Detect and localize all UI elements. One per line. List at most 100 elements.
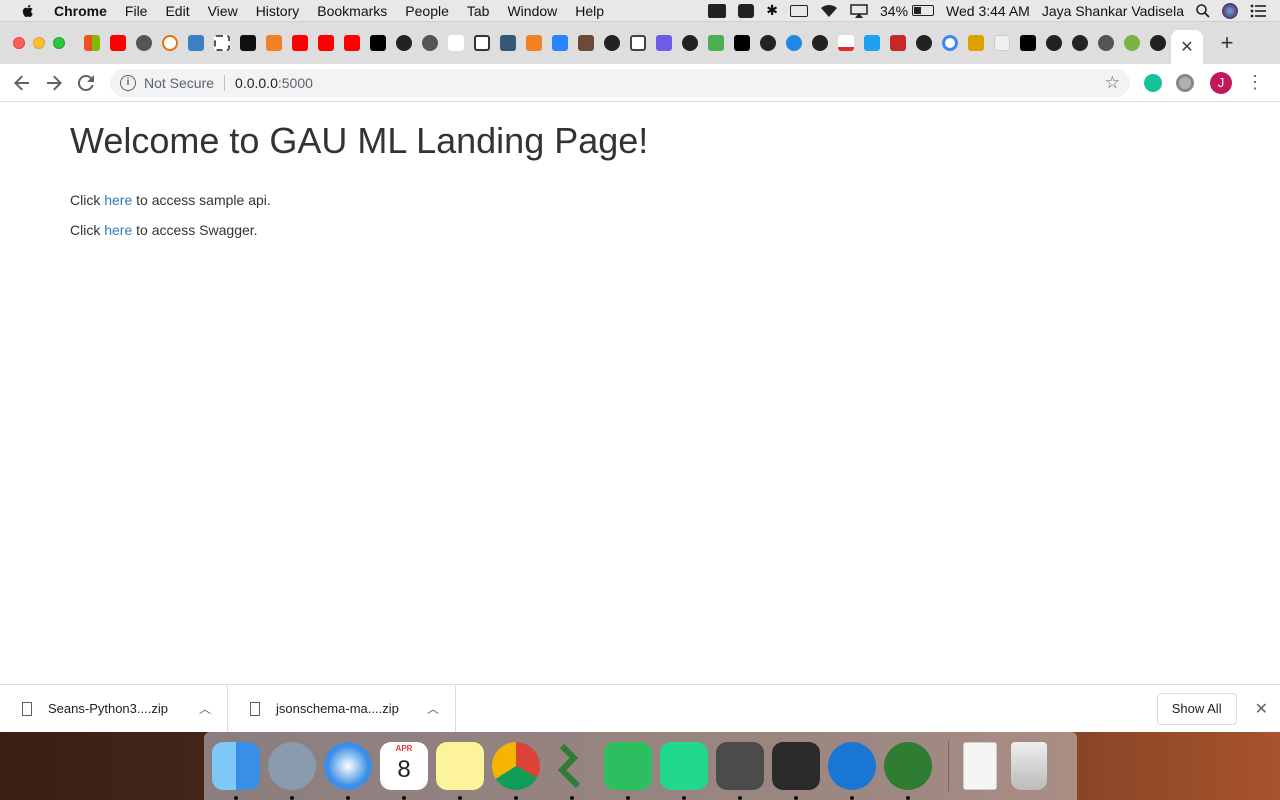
calendar-app-icon[interactable]: APR 8 (380, 742, 428, 800)
show-all-downloads-button[interactable]: Show All (1156, 692, 1237, 725)
skype-icon[interactable] (738, 3, 755, 18)
new-tab-button[interactable]: + (1213, 29, 1241, 57)
pinned-tab-31[interactable] (885, 30, 911, 56)
bluetooth-icon[interactable]: ✱ (766, 2, 778, 19)
pinned-tab-38[interactable] (1067, 30, 1093, 56)
terminal-app-icon[interactable] (772, 742, 820, 800)
minimize-window-button[interactable] (33, 37, 45, 49)
reload-button[interactable] (70, 67, 102, 99)
download-item[interactable]: jsonschema-ma....zip ︿ (228, 685, 456, 732)
pinned-tab-17[interactable] (521, 30, 547, 56)
pinned-tab-23[interactable] (677, 30, 703, 56)
airplay-icon[interactable] (850, 3, 868, 18)
not-secure-label[interactable]: Not Secure (144, 75, 214, 91)
menu-history[interactable]: History (256, 3, 300, 19)
active-tab[interactable]: ✕ (1171, 30, 1203, 64)
menu-view[interactable]: View (208, 3, 238, 19)
pinned-tab-34[interactable] (963, 30, 989, 56)
pinned-tab-5[interactable] (209, 30, 235, 56)
pinned-tab-11[interactable] (365, 30, 391, 56)
chrome-menu-icon[interactable]: ⋮ (1246, 72, 1264, 93)
pinned-tab-30[interactable] (859, 30, 885, 56)
safari-app-icon[interactable] (324, 742, 372, 800)
sourcetree-app-icon[interactable] (548, 742, 596, 800)
menu-help[interactable]: Help (575, 3, 604, 19)
maps-pin-app-icon[interactable] (828, 742, 876, 800)
url-port[interactable]: :5000 (278, 75, 313, 91)
pinned-tab-24[interactable] (703, 30, 729, 56)
menu-tab[interactable]: Tab (467, 3, 490, 19)
site-info-icon[interactable]: i (120, 74, 136, 91)
tab-close-icon[interactable]: ✕ (1180, 37, 1193, 57)
sample-api-link[interactable]: here (104, 192, 132, 208)
bookmark-star-icon[interactable]: ☆ (1105, 73, 1120, 93)
menu-file[interactable]: File (125, 3, 148, 19)
pycharm-app-icon[interactable] (660, 742, 708, 800)
trash-icon[interactable] (1011, 742, 1047, 790)
pinned-tab-10[interactable] (339, 30, 365, 56)
menubar-user-name[interactable]: Jaya Shankar Vadisela (1042, 3, 1184, 19)
chrome-app-icon[interactable] (492, 742, 540, 800)
pinned-tab-20[interactable] (599, 30, 625, 56)
keyboard-icon[interactable] (790, 4, 808, 17)
pinned-tab-2[interactable] (131, 30, 157, 56)
pinned-tab-15[interactable] (469, 30, 495, 56)
remote-desktop-app-icon[interactable] (884, 742, 932, 800)
pinned-tab-33[interactable] (937, 30, 963, 56)
notes-app-icon[interactable] (436, 742, 484, 800)
pinned-tab-0[interactable] (79, 30, 105, 56)
apple-menu-icon[interactable] (20, 3, 36, 19)
menu-window[interactable]: Window (507, 3, 557, 19)
pinned-tab-12[interactable] (391, 30, 417, 56)
pinned-tab-3[interactable] (157, 30, 183, 56)
grammarly-extension-icon[interactable] (1144, 73, 1162, 92)
sublime-text-app-icon[interactable] (716, 742, 764, 800)
profile-avatar[interactable]: J (1210, 71, 1232, 94)
pinned-tab-18[interactable] (547, 30, 573, 56)
close-shelf-icon[interactable]: ✕ (1255, 699, 1268, 719)
chevron-up-icon[interactable]: ︿ (427, 700, 439, 717)
battery-indicator[interactable]: 34% (880, 3, 935, 19)
evernote-app-icon[interactable] (604, 742, 652, 800)
download-filename[interactable]: jsonschema-ma....zip (276, 701, 399, 716)
pinned-tab-21[interactable] (625, 30, 651, 56)
pinned-tab-26[interactable] (755, 30, 781, 56)
pinned-tab-27[interactable] (781, 30, 807, 56)
pinned-tab-14[interactable] (443, 30, 469, 56)
pinned-tab-40[interactable] (1119, 30, 1145, 56)
download-filename[interactable]: Seans-Python3....zip (48, 701, 168, 716)
pinned-tab-28[interactable] (807, 30, 833, 56)
address-bar[interactable]: i Not Secure 0.0.0.0 :5000 ☆ (110, 68, 1130, 97)
menubar-clock[interactable]: Wed 3:44 AM (946, 3, 1030, 19)
pinned-tab-4[interactable] (183, 30, 209, 56)
pinned-tab-7[interactable] (261, 30, 287, 56)
pinned-tab-19[interactable] (573, 30, 599, 56)
pinned-tab-37[interactable] (1041, 30, 1067, 56)
pinned-tab-9[interactable] (313, 30, 339, 56)
fullscreen-window-button[interactable] (53, 37, 65, 49)
pinned-tab-36[interactable] (1015, 30, 1041, 56)
pinned-tab-32[interactable] (911, 30, 937, 56)
pinned-tab-22[interactable] (651, 30, 677, 56)
pinned-tab-39[interactable] (1093, 30, 1119, 56)
siri-icon[interactable] (1222, 2, 1238, 19)
url-host[interactable]: 0.0.0.0 (235, 75, 278, 91)
wifi-icon[interactable] (820, 4, 838, 18)
pinned-tab-6[interactable] (235, 30, 261, 56)
zip-archive-icon[interactable] (963, 742, 997, 790)
menu-people[interactable]: People (405, 3, 449, 19)
menu-bookmarks[interactable]: Bookmarks (317, 3, 387, 19)
pinned-tab-8[interactable] (287, 30, 313, 56)
screen-record-icon[interactable] (708, 3, 727, 18)
notification-center-icon[interactable] (1250, 4, 1266, 18)
pinned-tab-41[interactable] (1145, 30, 1171, 56)
menu-app-name[interactable]: Chrome (54, 3, 107, 19)
swagger-link[interactable]: here (104, 222, 132, 238)
pinned-tab-35[interactable] (989, 30, 1015, 56)
extension-circle-icon[interactable] (1176, 73, 1194, 92)
menu-edit[interactable]: Edit (165, 3, 189, 19)
pinned-tab-1[interactable] (105, 30, 131, 56)
launchpad-app-icon[interactable] (268, 742, 316, 800)
back-button[interactable] (6, 67, 38, 99)
chevron-up-icon[interactable]: ︿ (199, 700, 211, 717)
